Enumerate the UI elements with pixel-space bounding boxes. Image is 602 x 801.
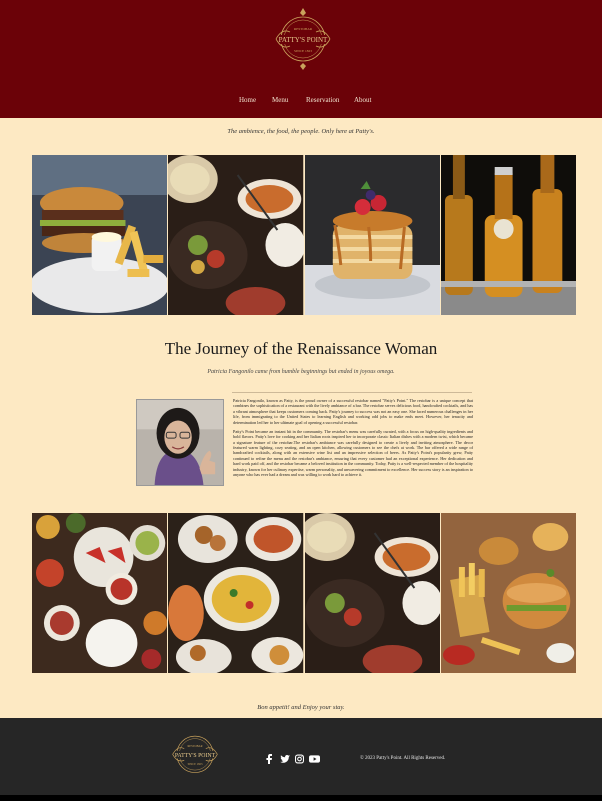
photo-indian-spread <box>32 513 168 673</box>
photo-pancakes <box>304 155 440 315</box>
footer-logo[interactable]: PATTY'S POINT RESTOBAR SINCE 1823 <box>166 727 224 785</box>
svg-text:PATTY'S POINT: PATTY'S POINT <box>175 753 216 759</box>
twitter-icon[interactable] <box>280 754 290 764</box>
nav-menu[interactable]: Menu <box>272 96 288 104</box>
owner-portrait <box>136 399 224 486</box>
bio-paragraph-2: Patty's Point became an instant hit in t… <box>233 428 473 477</box>
photo-fried-chicken <box>168 513 304 673</box>
photo-burger-fries <box>440 513 576 673</box>
svg-text:PATTY'S POINT: PATTY'S POINT <box>279 36 328 44</box>
main-nav: Home Menu Reservation About <box>0 96 602 108</box>
story-divider <box>232 392 472 393</box>
story-title: The Journey of the Renaissance Woman <box>164 339 438 358</box>
youtube-icon[interactable] <box>309 754 320 764</box>
instagram-icon[interactable] <box>295 754 304 764</box>
svg-text:SINCE 1823: SINCE 1823 <box>294 49 312 53</box>
brand-logo[interactable]: PATTY'S POINT RESTOBAR SINCE 1823 <box>268 6 338 76</box>
photo-beers <box>440 155 576 315</box>
svg-text:RESTOBAR: RESTOBAR <box>294 27 313 31</box>
bio-paragraph-1: Patricia Fangonilo, known as Patty, is t… <box>233 398 473 425</box>
site-footer: PATTY'S POINT RESTOBAR SINCE 1823 © 2023… <box>0 718 602 801</box>
story-bio: Patricia Fangonilo, known as Patty, is t… <box>233 398 473 481</box>
closing-text: Bon appetit! and Enjoy your stay. <box>257 704 345 711</box>
story-subtitle: Patricia Fangonilo came from humble begi… <box>207 369 395 375</box>
copyright-text: © 2023 Patty's Point. All Rights Reserve… <box>360 756 446 761</box>
photo-dishes-2 <box>304 513 440 673</box>
page: PATTY'S POINT RESTOBAR SINCE 1823 Home M… <box>0 0 602 801</box>
photo-burger <box>32 155 168 315</box>
bottom-bar <box>0 795 602 801</box>
nav-home[interactable]: Home <box>239 96 256 104</box>
photo-grid-bottom <box>32 513 576 673</box>
site-header: PATTY'S POINT RESTOBAR SINCE 1823 Home M… <box>0 0 602 118</box>
facebook-icon[interactable] <box>266 754 272 764</box>
photo-grid-top <box>32 155 576 315</box>
nav-about[interactable]: About <box>354 96 372 104</box>
nav-reservation[interactable]: Reservation <box>306 96 339 104</box>
hero-tagline: The ambience, the food, the people. Only… <box>227 128 375 135</box>
photo-dishes <box>168 155 304 315</box>
svg-text:RESTOBAR: RESTOBAR <box>187 744 202 748</box>
svg-text:SINCE 1823: SINCE 1823 <box>188 762 203 766</box>
